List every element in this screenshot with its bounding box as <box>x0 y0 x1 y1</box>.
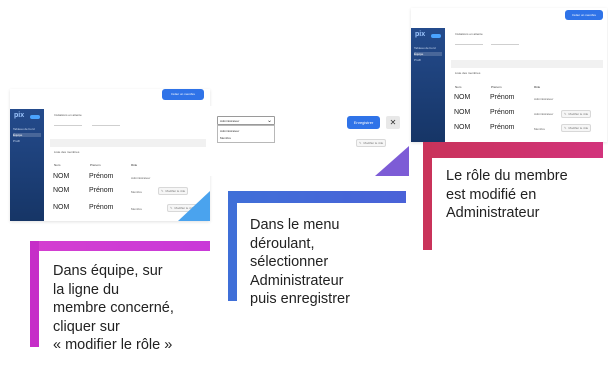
callout-bar-left <box>423 142 432 250</box>
column-header-prenom: Prénom <box>90 163 101 167</box>
row-role: Membre <box>534 127 546 131</box>
callout-line: Administrateur <box>446 205 540 221</box>
callout-line: la ligne du <box>53 281 120 298</box>
row-prenom: Prénom <box>89 204 114 211</box>
callout-step-2: Dans le menu déroulant, sélectionner Adm… <box>228 191 406 309</box>
callout-line: « modifier le rôle » <box>53 337 173 353</box>
role-select[interactable]: Administrateur ⌄ <box>217 116 275 125</box>
logo-badge <box>431 34 441 38</box>
modify-role-label: Modifier le rôle <box>568 112 589 116</box>
row-role: Administrateur <box>534 112 554 116</box>
callout-line: Le rôle du membre <box>446 168 568 184</box>
callout-step-1: Dans équipe, sur la ligne du membre conc… <box>30 241 210 361</box>
callout-text: Dans équipe, sur la ligne du membre conc… <box>53 262 174 355</box>
close-button[interactable]: ✕ <box>386 116 400 129</box>
row-nom: NOM <box>454 109 471 116</box>
sidebar-item-dashboard[interactable]: Tableau de bord <box>13 127 41 131</box>
members-list-title: Liste des membres <box>54 150 80 154</box>
save-button[interactable]: Enregistrer <box>347 116 380 129</box>
row-nom: NOM <box>53 204 70 211</box>
callout-line: puis enregistrer <box>250 291 350 307</box>
pending-invitations-heading: Invitations en attente <box>54 113 82 117</box>
row-prenom: Prénom <box>490 94 515 101</box>
email-field[interactable] <box>455 44 483 45</box>
sidebar: pix Tableau de bord Équipe Profil <box>411 28 445 142</box>
edit-icon: ✎ <box>564 126 567 130</box>
callout-step-3: Le rôle du membre est modifié en Adminis… <box>423 142 603 252</box>
callout-line: Dans équipe, sur <box>53 263 163 279</box>
callout-bar-top <box>423 142 603 158</box>
row-role: Membre <box>131 207 143 211</box>
email-field[interactable] <box>54 125 82 126</box>
sidebar-item-team[interactable]: Équipe <box>13 133 41 137</box>
row-nom: NOM <box>53 173 70 180</box>
sidebar-item-dashboard[interactable]: Tableau de bord <box>414 46 442 50</box>
sidebar-item-profile[interactable]: Profil <box>13 139 41 143</box>
row-prenom: Prénom <box>89 173 114 180</box>
close-icon: ✕ <box>389 118 397 127</box>
callout-line: Dans le menu <box>250 217 340 233</box>
callout-line: déroulant, <box>250 235 315 252</box>
callout-bar-top <box>30 241 210 251</box>
edit-icon: ✎ <box>170 206 173 210</box>
callout-line: membre concerné, <box>53 300 174 316</box>
date-field <box>92 125 120 126</box>
row-role: Administrateur <box>534 97 554 101</box>
callout-line: est modifié en <box>446 186 537 203</box>
date-field <box>491 44 519 45</box>
callout-bar-top <box>228 191 406 203</box>
column-header-nom: Nom <box>455 85 462 89</box>
sidebar-item-team[interactable]: Équipe <box>414 52 442 56</box>
sidebar: pix Tableau de bord Équipe Profil <box>10 109 44 221</box>
edit-icon: ✎ <box>564 112 567 116</box>
row-nom: NOM <box>53 187 70 194</box>
callout-line: cliquer sur <box>53 318 120 335</box>
pending-invitations-heading: Invitations en attente <box>455 32 483 36</box>
row-prenom: Prénom <box>89 187 114 194</box>
dropdown-option[interactable]: Membre <box>220 136 231 140</box>
logo: pix <box>14 112 25 119</box>
chevron-down-icon: ⌄ <box>266 118 272 124</box>
callout-line: sélectionner <box>250 254 329 270</box>
edit-icon: ✎ <box>161 189 164 193</box>
callout-text: Le rôle du membre est modifié en Adminis… <box>446 167 568 223</box>
modify-role-button[interactable]: ✎ Modifier le rôle <box>561 110 592 118</box>
sidebar-item-profile[interactable]: Profil <box>414 58 442 62</box>
corner-triangle <box>375 146 409 176</box>
row-role: Administrateur <box>131 176 151 180</box>
callout-text: Dans le menu déroulant, sélectionner Adm… <box>250 216 350 309</box>
column-header-nom: Nom <box>54 163 61 167</box>
divider <box>50 139 206 147</box>
dropdown-option[interactable]: Administrateur <box>220 129 239 133</box>
row-prenom: Prénom <box>490 109 515 116</box>
column-header-prenom: Prénom <box>491 85 502 89</box>
row-nom: NOM <box>454 124 471 131</box>
invite-member-button[interactable]: Inviter un membre <box>565 10 603 20</box>
invite-member-button[interactable]: Inviter un membre <box>162 89 204 100</box>
divider <box>451 60 603 68</box>
modify-role-button[interactable]: ✎ Modifier le rôle <box>561 124 592 132</box>
logo: pix <box>415 31 426 38</box>
app-frame: pix Tableau de bord Équipe Profil Invita… <box>411 28 607 142</box>
row-prenom: Prénom <box>490 124 515 131</box>
screenshot-team-list-updated: Inviter un membre pix Tableau de bord Éq… <box>411 8 607 142</box>
column-header-role: Rôle <box>131 163 138 167</box>
modify-role-label: Modifier le rôle <box>363 141 384 145</box>
column-header-role: Rôle <box>534 85 541 89</box>
edit-icon: ✎ <box>359 141 362 145</box>
callout-line: Administrateur <box>250 272 344 289</box>
row-nom: NOM <box>454 94 471 101</box>
row-role: Membre <box>131 190 143 194</box>
corner-triangle <box>178 191 210 221</box>
modify-role-label: Modifier le rôle <box>568 126 589 130</box>
role-select-value: Administrateur <box>220 119 240 123</box>
dropdown-options: Administrateur Membre <box>217 125 275 143</box>
members-list-title: Liste des membres <box>455 71 481 75</box>
callout-bar-left <box>228 191 237 301</box>
logo-badge <box>30 115 40 119</box>
callout-bar-left <box>30 241 39 347</box>
